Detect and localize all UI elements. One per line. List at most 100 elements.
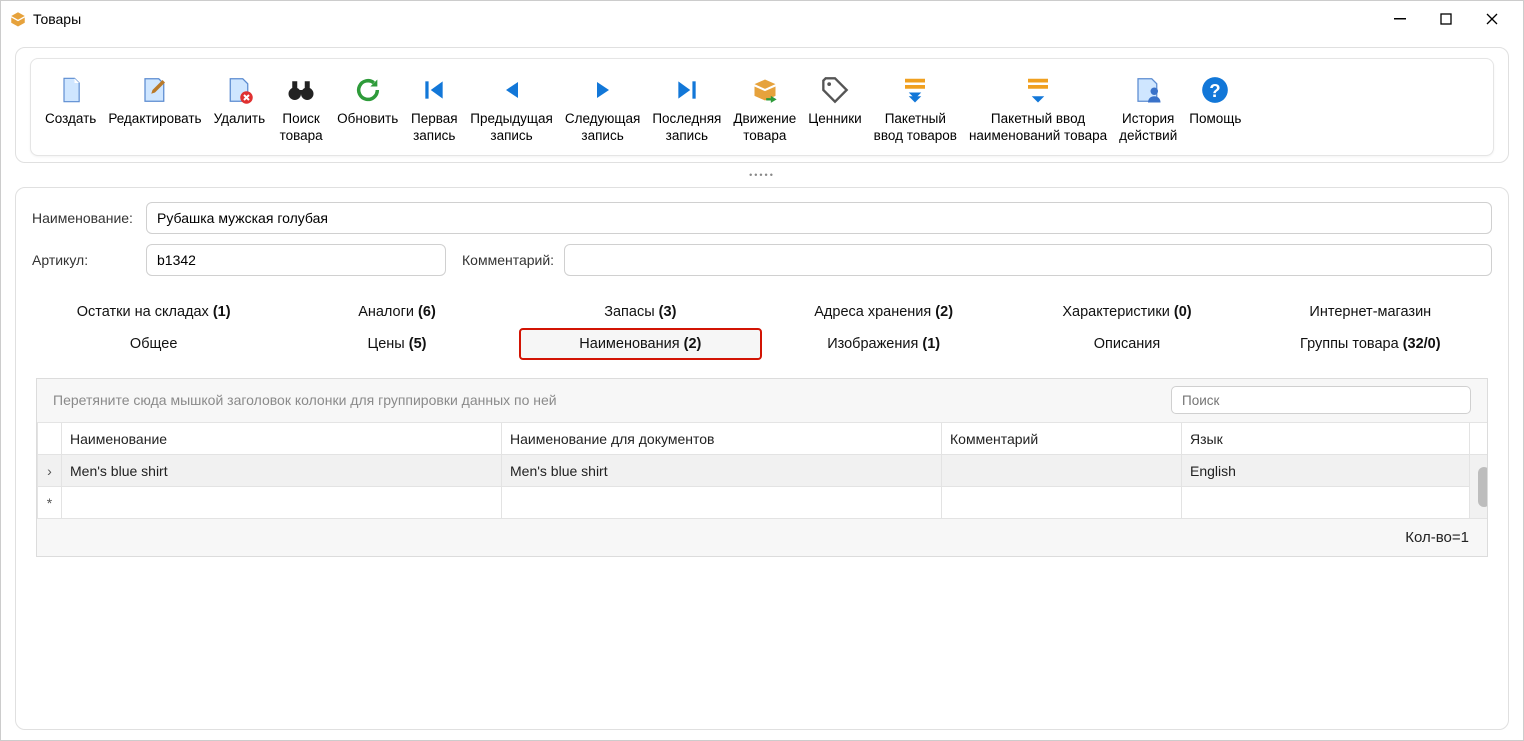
delete-label: Удалить bbox=[214, 111, 266, 128]
movement-label: Движение товара bbox=[733, 111, 796, 145]
tabs-row-1: Остатки на складах (1) Аналоги (6) Запас… bbox=[32, 296, 1492, 328]
grid-header-selector[interactable] bbox=[38, 423, 62, 455]
sku-input[interactable] bbox=[146, 244, 446, 276]
new-page-icon bbox=[57, 73, 85, 107]
table-row[interactable]: › Men's blue shirt Men's blue shirt Engl… bbox=[38, 455, 1488, 487]
col-name[interactable]: Наименование bbox=[62, 423, 502, 455]
help-button[interactable]: ? Помощь bbox=[1183, 69, 1247, 132]
minimize-button[interactable] bbox=[1377, 4, 1423, 34]
titlebar: Товары bbox=[1, 1, 1523, 37]
tab-images[interactable]: Изображения (1) bbox=[762, 328, 1005, 360]
batch-goods-button[interactable]: Пакетный ввод товаров bbox=[868, 69, 963, 149]
movement-button[interactable]: Движение товара bbox=[727, 69, 802, 149]
last-icon bbox=[674, 73, 700, 107]
tab-prices[interactable]: Цены (5) bbox=[275, 328, 518, 360]
name-row: Наименование: bbox=[32, 202, 1492, 234]
batch-names-icon bbox=[1023, 73, 1053, 107]
grid-table: Наименование Наименование для документов… bbox=[37, 423, 1487, 520]
batch-goods-icon bbox=[900, 73, 930, 107]
toolbar-panel: Создать Редактировать Удалить bbox=[15, 47, 1509, 163]
name-input[interactable] bbox=[146, 202, 1492, 234]
new-cell-comment[interactable] bbox=[942, 487, 1182, 519]
tab-characteristics[interactable]: Характеристики (0) bbox=[1005, 296, 1248, 328]
new-cell-lang[interactable] bbox=[1182, 487, 1470, 519]
comment-label: Комментарий: bbox=[462, 252, 554, 268]
toolbar: Создать Редактировать Удалить bbox=[30, 58, 1494, 156]
create-button[interactable]: Создать bbox=[39, 69, 102, 132]
last-label: Последняя запись bbox=[652, 111, 721, 145]
edit-label: Редактировать bbox=[108, 111, 201, 128]
history-button[interactable]: История действий bbox=[1113, 69, 1183, 149]
tab-reserves[interactable]: Запасы (3) bbox=[519, 296, 762, 328]
edit-button[interactable]: Редактировать bbox=[102, 69, 207, 132]
tab-eshop[interactable]: Интернет-магазин bbox=[1249, 296, 1492, 328]
tab-general[interactable]: Общее bbox=[32, 328, 275, 360]
grid-footer: Кол-во=1 bbox=[37, 519, 1487, 556]
cell-docname[interactable]: Men's blue shirt bbox=[502, 455, 942, 487]
grid-scroll-head bbox=[1469, 423, 1487, 455]
cell-comment[interactable] bbox=[942, 455, 1182, 487]
help-label: Помощь bbox=[1189, 111, 1241, 128]
next-record-button[interactable]: Следующая запись bbox=[559, 69, 647, 149]
app-box-icon bbox=[9, 10, 27, 28]
pricetags-button[interactable]: Ценники bbox=[802, 69, 867, 132]
grid-count: Кол-во=1 bbox=[1405, 529, 1469, 546]
close-button[interactable] bbox=[1469, 4, 1515, 34]
cell-lang[interactable]: English bbox=[1182, 455, 1470, 487]
refresh-icon bbox=[354, 73, 382, 107]
sku-label: Артикул: bbox=[32, 252, 136, 268]
tab-stocks[interactable]: Остатки на складах (1) bbox=[32, 296, 275, 328]
search-goods-button[interactable]: Поиск товара bbox=[271, 69, 331, 149]
table-new-row[interactable]: * bbox=[38, 487, 1488, 519]
row-indicator-icon: › bbox=[38, 455, 62, 487]
col-docname[interactable]: Наименование для документов bbox=[502, 423, 942, 455]
history-label: История действий bbox=[1119, 111, 1177, 145]
window: Товары Создать bbox=[0, 0, 1524, 741]
tab-groups[interactable]: Группы товара (32/0) bbox=[1249, 328, 1492, 360]
name-label: Наименование: bbox=[32, 210, 136, 226]
batch-goods-label: Пакетный ввод товаров bbox=[874, 111, 957, 145]
grid-header-row: Наименование Наименование для документов… bbox=[38, 423, 1488, 455]
edit-page-icon bbox=[140, 73, 170, 107]
first-icon bbox=[421, 73, 447, 107]
prev-icon bbox=[500, 73, 524, 107]
group-bar: Перетяните сюда мышкой заголовок колонки… bbox=[37, 379, 1487, 423]
col-comment[interactable]: Комментарий bbox=[942, 423, 1182, 455]
batch-names-label: Пакетный ввод наименований товара bbox=[969, 111, 1107, 145]
tabs: Остатки на складах (1) Аналоги (6) Запас… bbox=[32, 296, 1492, 360]
new-cell-name[interactable] bbox=[62, 487, 502, 519]
pricetags-label: Ценники bbox=[808, 111, 861, 128]
tab-storage[interactable]: Адреса хранения (2) bbox=[762, 296, 1005, 328]
cell-name[interactable]: Men's blue shirt bbox=[62, 455, 502, 487]
sku-row: Артикул: Комментарий: bbox=[32, 244, 1492, 276]
new-cell-docname[interactable] bbox=[502, 487, 942, 519]
splitter[interactable]: ••••• bbox=[15, 171, 1509, 179]
last-record-button[interactable]: Последняя запись bbox=[646, 69, 727, 149]
first-label: Первая запись bbox=[411, 111, 458, 145]
comment-input[interactable] bbox=[564, 244, 1492, 276]
first-record-button[interactable]: Первая запись bbox=[404, 69, 464, 149]
next-icon bbox=[591, 73, 615, 107]
new-row-indicator-icon: * bbox=[38, 487, 62, 519]
delete-button[interactable]: Удалить bbox=[208, 69, 272, 132]
col-lang[interactable]: Язык bbox=[1182, 423, 1470, 455]
prev-label: Предыдущая запись bbox=[470, 111, 553, 145]
create-label: Создать bbox=[45, 111, 96, 128]
tab-names[interactable]: Наименования (2) bbox=[519, 328, 762, 360]
tab-descriptions[interactable]: Описания bbox=[1005, 328, 1248, 360]
refresh-label: Обновить bbox=[337, 111, 398, 128]
grid-scrollbar[interactable] bbox=[1469, 455, 1487, 519]
detail-panel: Наименование: Артикул: Комментарий: Оста… bbox=[15, 187, 1509, 730]
refresh-button[interactable]: Обновить bbox=[331, 69, 404, 132]
grid-area: Перетяните сюда мышкой заголовок колонки… bbox=[36, 378, 1488, 558]
search-goods-label: Поиск товара bbox=[280, 111, 323, 145]
batch-names-button[interactable]: Пакетный ввод наименований товара bbox=[963, 69, 1113, 149]
prev-record-button[interactable]: Предыдущая запись bbox=[464, 69, 559, 149]
maximize-button[interactable] bbox=[1423, 4, 1469, 34]
grid-search-input[interactable] bbox=[1171, 386, 1471, 414]
tab-analogs[interactable]: Аналоги (6) bbox=[275, 296, 518, 328]
content: Создать Редактировать Удалить bbox=[1, 37, 1523, 740]
tabs-row-2: Общее Цены (5) Наименования (2) Изображе… bbox=[32, 328, 1492, 360]
help-icon: ? bbox=[1201, 73, 1229, 107]
next-label: Следующая запись bbox=[565, 111, 641, 145]
